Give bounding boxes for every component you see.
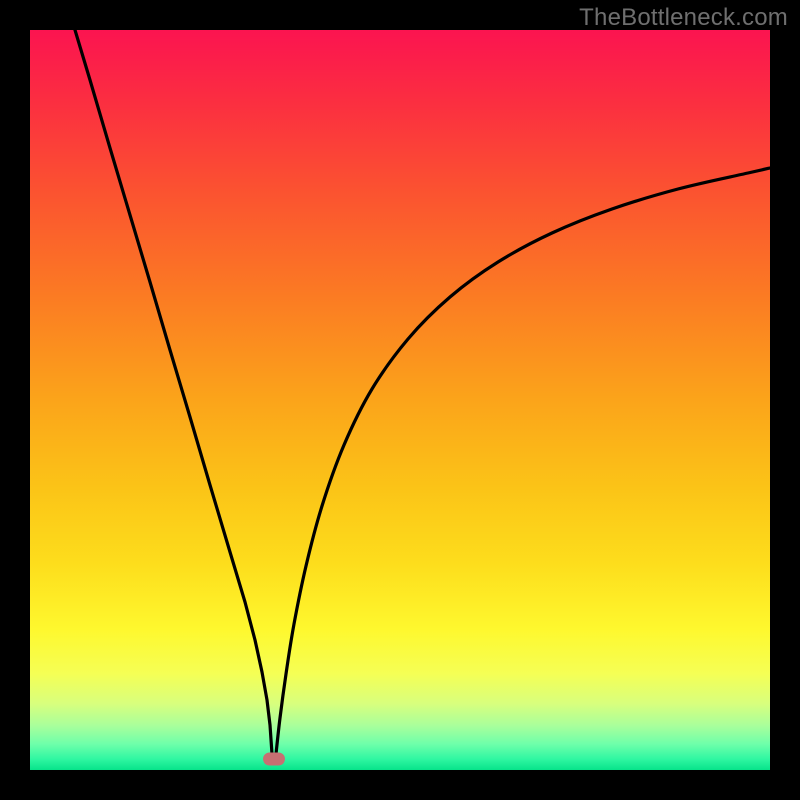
plot-area [30,30,770,770]
curve-left-branch [75,30,272,754]
chart-frame: TheBottleneck.com [0,0,800,800]
curve-layer [30,30,770,770]
curve-right-branch [276,168,770,754]
minimum-marker [263,753,285,766]
watermark-text: TheBottleneck.com [579,4,788,32]
